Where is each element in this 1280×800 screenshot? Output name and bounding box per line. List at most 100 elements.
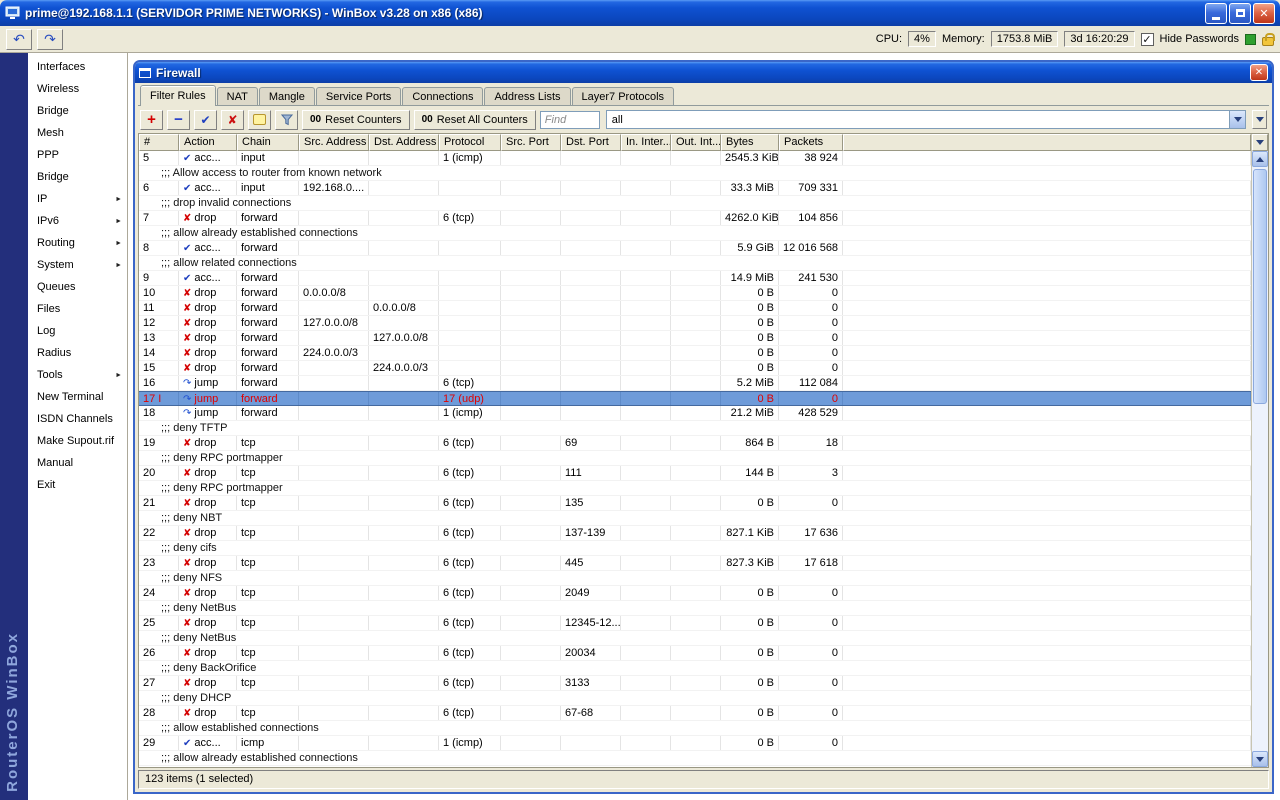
- sidebar-item-radius[interactable]: Radius: [28, 342, 127, 364]
- add-rule-button[interactable]: +: [140, 110, 163, 130]
- rule-row[interactable]: 19✘droptcp6 (tcp)69864 B18: [139, 436, 1251, 451]
- rule-comment-row[interactable]: ;;; allow related connections: [139, 256, 1251, 271]
- filter-button[interactable]: [275, 110, 298, 130]
- sidebar-item-bridge[interactable]: Bridge: [28, 166, 127, 188]
- tab-address-lists[interactable]: Address Lists: [484, 87, 570, 105]
- sidebar-item-exit[interactable]: Exit: [28, 474, 127, 496]
- undo-button[interactable]: ↶: [6, 29, 32, 50]
- rule-comment-row[interactable]: ;;; drop invalid connections: [139, 196, 1251, 211]
- sidebar-item-isdn-channels[interactable]: ISDN Channels: [28, 408, 127, 430]
- rule-row[interactable]: 7✘dropforward6 (tcp)4262.0 KiB104 856: [139, 211, 1251, 226]
- column-header-action[interactable]: Action: [179, 134, 237, 151]
- rule-comment-row[interactable]: ;;; Allow access to router from known ne…: [139, 166, 1251, 181]
- sidebar-item-make-supout-rif[interactable]: Make Supout.rif: [28, 430, 127, 452]
- rule-comment-row[interactable]: ;;; deny NBT: [139, 511, 1251, 526]
- tab-filter-rules[interactable]: Filter Rules: [140, 85, 216, 106]
- vertical-scrollbar[interactable]: [1252, 151, 1268, 767]
- rule-row[interactable]: 12✘dropforward127.0.0.0/80 B0: [139, 316, 1251, 331]
- disable-rule-button[interactable]: ✘: [221, 110, 244, 130]
- redo-button[interactable]: ↷: [37, 29, 63, 50]
- rule-row[interactable]: 16↷jumpforward6 (tcp)5.2 MiB112 084: [139, 376, 1251, 391]
- sidebar-item-queues[interactable]: Queues: [28, 276, 127, 298]
- rule-comment-row[interactable]: ;;; deny RPC portmapper: [139, 481, 1251, 496]
- column-picker-button[interactable]: [1252, 134, 1268, 151]
- sidebar-item-ip[interactable]: IP►: [28, 188, 127, 210]
- rule-row[interactable]: 27✘droptcp6 (tcp)31330 B0: [139, 676, 1251, 691]
- tab-connections[interactable]: Connections: [402, 87, 483, 105]
- sidebar-item-ipv6[interactable]: IPv6►: [28, 210, 127, 232]
- rule-row[interactable]: 28✘droptcp6 (tcp)67-680 B0: [139, 706, 1251, 721]
- rule-row[interactable]: 23✘droptcp6 (tcp)445827.3 KiB17 618: [139, 556, 1251, 571]
- column-header-chain[interactable]: Chain: [237, 134, 299, 151]
- sidebar-item-mesh[interactable]: Mesh: [28, 122, 127, 144]
- rule-comment-row[interactable]: ;;; deny cifs: [139, 541, 1251, 556]
- rule-comment-row[interactable]: ;;; deny TFTP: [139, 421, 1251, 436]
- sidebar-item-manual[interactable]: Manual: [28, 452, 127, 474]
- rule-row[interactable]: 20✘droptcp6 (tcp)111144 B3: [139, 466, 1251, 481]
- maximize-button[interactable]: [1229, 3, 1251, 24]
- sidebar-item-routing[interactable]: Routing►: [28, 232, 127, 254]
- scrollbar-thumb[interactable]: [1253, 169, 1267, 404]
- reset-all-counters-button[interactable]: 00 Reset All Counters: [414, 110, 536, 130]
- rule-row[interactable]: 6✔acc...input192.168.0....33.3 MiB709 33…: [139, 181, 1251, 196]
- toolbar-dropdown-button[interactable]: [1252, 110, 1267, 129]
- hide-passwords-checkbox[interactable]: ✓: [1141, 33, 1154, 46]
- sidebar-item-ppp[interactable]: PPP: [28, 144, 127, 166]
- enable-rule-button[interactable]: ✔: [194, 110, 217, 130]
- close-button[interactable]: ✕: [1253, 3, 1275, 24]
- rule-row[interactable]: 22✘droptcp6 (tcp)137-139827.1 KiB17 636: [139, 526, 1251, 541]
- column-header-src-port[interactable]: Src. Port: [501, 134, 561, 151]
- rule-comment-row[interactable]: ;;; deny RPC portmapper: [139, 451, 1251, 466]
- rule-row[interactable]: 9✔acc...forward14.9 MiB241 530: [139, 271, 1251, 286]
- column-header-packets[interactable]: Packets: [779, 134, 843, 151]
- rule-row[interactable]: 14✘dropforward224.0.0.0/30 B0: [139, 346, 1251, 361]
- sidebar-item-tools[interactable]: Tools►: [28, 364, 127, 386]
- rule-comment-row[interactable]: ;;; deny NetBus: [139, 601, 1251, 616]
- tab-nat[interactable]: NAT: [217, 87, 258, 105]
- column-header-out-int[interactable]: Out. Int...: [671, 134, 721, 151]
- combobox-arrow-button[interactable]: [1229, 111, 1245, 128]
- sidebar-item-system[interactable]: System►: [28, 254, 127, 276]
- comment-button[interactable]: [248, 110, 271, 130]
- scroll-up-button[interactable]: [1252, 151, 1268, 167]
- rule-row[interactable]: 25✘droptcp6 (tcp)12345-12...0 B0: [139, 616, 1251, 631]
- remove-rule-button[interactable]: −: [167, 110, 190, 130]
- rule-comment-row[interactable]: ;;; deny DHCP: [139, 691, 1251, 706]
- rule-row[interactable]: 5✔acc...input1 (icmp)2545.3 KiB38 924: [139, 151, 1251, 166]
- sidebar-item-bridge[interactable]: Bridge: [28, 100, 127, 122]
- rule-row[interactable]: 11✘dropforward0.0.0.0/80 B0: [139, 301, 1251, 316]
- rule-comment-row[interactable]: ;;; allow established connections: [139, 721, 1251, 736]
- filter-combobox[interactable]: all: [606, 110, 1246, 129]
- rule-row[interactable]: 26✘droptcp6 (tcp)200340 B0: [139, 646, 1251, 661]
- column-header-dst-address[interactable]: Dst. Address: [369, 134, 439, 151]
- column-header-src-address[interactable]: Src. Address: [299, 134, 369, 151]
- column-header-in-inter[interactable]: In. Inter...: [621, 134, 671, 151]
- column-header-dst-port[interactable]: Dst. Port: [561, 134, 621, 151]
- rule-comment-row[interactable]: ;;; deny NFS: [139, 571, 1251, 586]
- rule-row[interactable]: 29✔acc...icmp1 (icmp)0 B0: [139, 736, 1251, 751]
- sidebar-item-wireless[interactable]: Wireless: [28, 78, 127, 100]
- rule-row[interactable]: 8✔acc...forward5.9 GiB12 016 568: [139, 241, 1251, 256]
- rule-row[interactable]: 21✘droptcp6 (tcp)1350 B0: [139, 496, 1251, 511]
- scroll-down-button[interactable]: [1252, 751, 1268, 767]
- rule-row[interactable]: 13✘dropforward127.0.0.0/80 B0: [139, 331, 1251, 346]
- sidebar-item-log[interactable]: Log: [28, 320, 127, 342]
- column-header-[interactable]: #: [139, 134, 179, 151]
- tab-layer7-protocols[interactable]: Layer7 Protocols: [572, 87, 675, 105]
- rule-row[interactable]: 24✘droptcp6 (tcp)20490 B0: [139, 586, 1251, 601]
- column-header-bytes[interactable]: Bytes: [721, 134, 779, 151]
- column-header-protocol[interactable]: Protocol: [439, 134, 501, 151]
- rule-row[interactable]: 15✘dropforward224.0.0.0/30 B0: [139, 361, 1251, 376]
- rule-row[interactable]: 17 I↷jumpforward17 (udp)0 B0: [139, 391, 1251, 406]
- reset-counters-button[interactable]: 00 Reset Counters: [302, 110, 410, 130]
- minimize-button[interactable]: [1205, 3, 1227, 24]
- rule-row[interactable]: 18↷jumpforward1 (icmp)21.2 MiB428 529: [139, 406, 1251, 421]
- rule-comment-row[interactable]: ;;; deny NetBus: [139, 631, 1251, 646]
- rule-comment-row[interactable]: ;;; allow already established connection…: [139, 751, 1251, 766]
- tab-service-ports[interactable]: Service Ports: [316, 87, 401, 105]
- rule-comment-row[interactable]: ;;; deny BackOrifice: [139, 661, 1251, 676]
- sidebar-item-new-terminal[interactable]: New Terminal: [28, 386, 127, 408]
- scrollbar-track[interactable]: [1252, 167, 1268, 751]
- sidebar-item-interfaces[interactable]: Interfaces: [28, 56, 127, 78]
- rule-comment-row[interactable]: ;;; allow already established connection…: [139, 226, 1251, 241]
